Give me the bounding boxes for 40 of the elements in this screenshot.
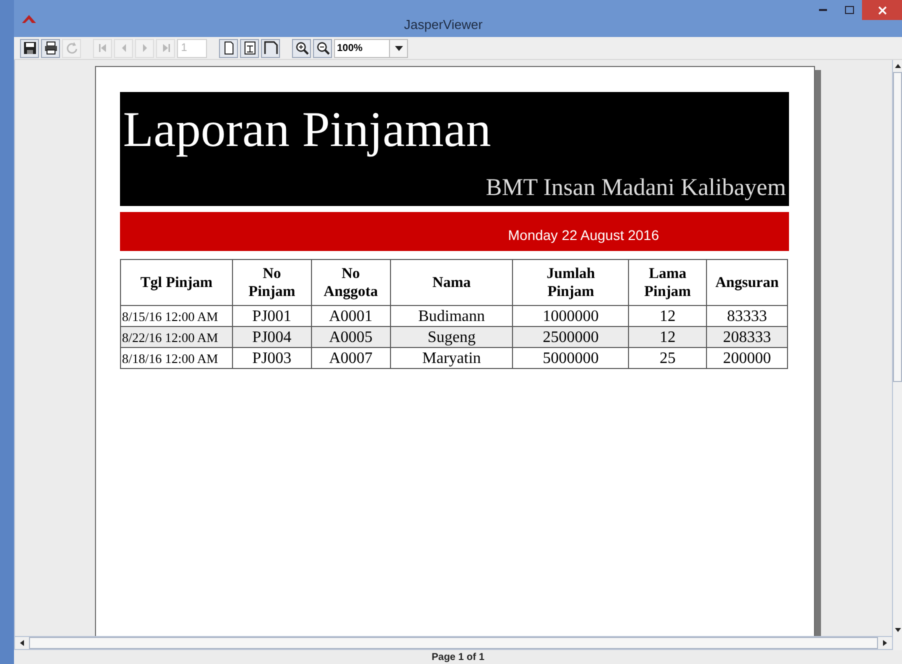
table-cell: 5000000 [512, 348, 629, 368]
table-cell: PJ003 [232, 348, 312, 368]
up-arrow-icon [894, 64, 900, 68]
actual-size-button[interactable] [219, 38, 238, 58]
zoom-combo-box[interactable]: 100% [334, 38, 408, 58]
app-logo-icon [22, 14, 36, 22]
table-cell: 200000 [706, 348, 788, 368]
zoom-out-button[interactable] [313, 38, 332, 58]
printer-icon [44, 41, 58, 55]
horizontal-scrollbar-thumb[interactable] [29, 637, 878, 649]
table-cell: 25 [628, 348, 707, 368]
print-button[interactable] [41, 38, 60, 58]
zoom-in-icon [294, 41, 308, 55]
close-button[interactable] [862, 0, 902, 20]
vertical-scrollbar-thumb[interactable] [893, 72, 902, 382]
report-date: Monday 22 August 2016 [508, 226, 660, 245]
window-title: JasperViewer [404, 16, 483, 34]
right-arrow-icon [883, 640, 887, 646]
page-status: Page 1 of 1 [432, 650, 484, 664]
page-corner-icon [264, 41, 278, 55]
zoom-out-icon [316, 41, 330, 55]
minimize-icon [819, 9, 827, 11]
fit-page-button[interactable] [240, 38, 259, 58]
save-icon [22, 41, 36, 55]
table-cell: 8/18/16 12:00 AM [120, 348, 232, 368]
dropdown-caret-icon [394, 46, 402, 50]
column-header: Tgl Pinjam [120, 260, 232, 306]
page-icon [222, 41, 236, 55]
zoom-in-button[interactable] [292, 38, 311, 58]
close-icon [878, 6, 886, 14]
report-subtitle: BMT Insan Madani Kalibayem [486, 176, 786, 200]
page-lines-icon [242, 41, 256, 55]
save-button[interactable] [20, 38, 39, 58]
table-cell: Maryatin [390, 348, 513, 368]
reload-icon [64, 41, 78, 55]
down-arrow-icon [894, 628, 900, 632]
fit-width-button[interactable] [261, 38, 280, 58]
maximize-icon [844, 6, 854, 14]
table-cell: A0007 [311, 348, 390, 368]
left-arrow-icon [20, 640, 24, 646]
